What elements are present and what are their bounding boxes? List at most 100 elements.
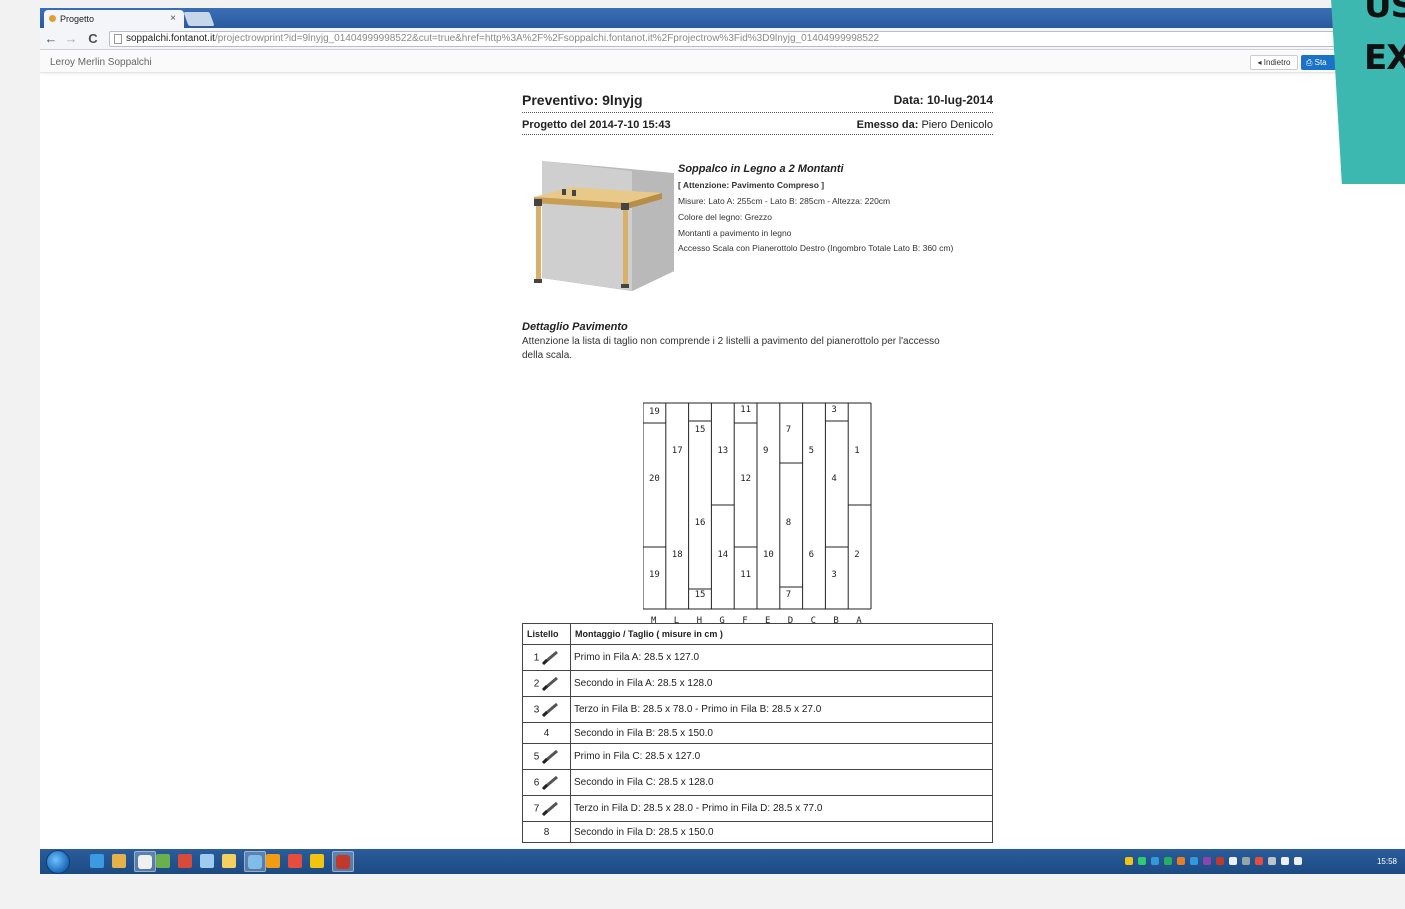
cut-description: Primo in Fila A: 28.5 x 127.0	[570, 644, 993, 671]
product-title: Soppalco in Legno a 2 Montanti	[678, 163, 844, 175]
app-orange-icon[interactable]	[310, 854, 324, 868]
tray-icon[interactable]	[1229, 857, 1237, 865]
diagram-piece-label: 1	[854, 446, 859, 456]
page-icon	[114, 34, 122, 44]
listello-number: 3	[522, 696, 571, 723]
tray-icon[interactable]	[1294, 857, 1302, 865]
diagram-piece-label: 19	[649, 570, 660, 580]
chrome-icon[interactable]	[134, 851, 156, 872]
table-row: 8 Secondo in Fila D: 28.5 x 150.0	[522, 821, 993, 843]
table-row: 4 Secondo in Fila B: 28.5 x 150.0	[522, 722, 993, 744]
app-yellow-icon[interactable]	[222, 854, 236, 868]
calc-icon[interactable]	[156, 854, 170, 868]
diagram-piece-label: 2	[854, 550, 859, 560]
tray-icon[interactable]	[1151, 857, 1159, 865]
diagram-piece-label: 5	[809, 446, 814, 456]
tray-icon[interactable]	[1242, 857, 1250, 865]
diagram-piece-label: 15	[695, 425, 706, 435]
bug-app-icon[interactable]	[112, 854, 126, 868]
forward-arrow-icon[interactable]: →	[64, 31, 78, 47]
listello-number: 5	[522, 743, 571, 770]
quote-header: Preventivo: 9lnyjg Data: 10-lug-2014	[522, 90, 993, 113]
tab-title: Progetto	[60, 14, 95, 24]
listello-number: 6	[522, 769, 571, 796]
saw-icon	[542, 749, 559, 764]
explorer-icon[interactable]	[244, 851, 266, 872]
back-button[interactable]: ◂ Indietro	[1250, 55, 1298, 70]
ie-icon[interactable]	[90, 854, 104, 868]
diagram-piece-label: 7	[786, 425, 791, 435]
windows-taskbar: 15:58	[40, 849, 1405, 874]
back-arrow-icon[interactable]: ←	[44, 31, 58, 47]
cut-description: Terzo in Fila D: 28.5 x 28.0 - Primo in …	[570, 795, 993, 822]
tray-icon[interactable]	[1281, 857, 1289, 865]
saw-icon	[542, 801, 559, 816]
notepad-icon[interactable]	[200, 854, 214, 868]
col-header-montaggio: Montaggio / Taglio ( misure in cm )	[570, 623, 993, 645]
table-row: 5 Primo in Fila C: 28.5 x 127.0	[522, 743, 993, 770]
address-bar[interactable]: soppalchi.fontanot.it/projectrowprint?id…	[109, 31, 1405, 47]
diagram-piece-label: 4	[831, 474, 836, 484]
spec-posts: Montanti a pavimento in legno	[678, 228, 792, 238]
diagram-piece-label: 20	[649, 474, 660, 484]
listello-number-text: 4	[543, 727, 550, 739]
cut-description: Secondo in Fila C: 28.5 x 128.0	[570, 769, 993, 796]
tab-progetto[interactable]: Progetto ×	[44, 10, 184, 28]
reload-icon[interactable]: C	[86, 31, 100, 47]
diagram-piece-label: 19	[649, 407, 660, 417]
listello-number-text: 3	[533, 704, 540, 716]
tray-icon[interactable]	[1190, 857, 1198, 865]
listello-number: 4	[522, 722, 571, 744]
diagram-piece-label: 11	[740, 405, 751, 415]
new-tab-button[interactable]	[183, 12, 215, 26]
table-row: 1 Primo in Fila A: 28.5 x 127.0	[522, 644, 993, 671]
issued-by: Emesso da: Piero Denicolo	[857, 119, 993, 131]
diagram-piece-label: 12	[740, 474, 751, 484]
listello-number-text: 7	[533, 803, 540, 815]
product-specs: Soppalco in Legno a 2 Montanti [ Attenzi…	[678, 161, 990, 256]
explorer-icon-glyph	[248, 855, 262, 869]
listello-number-text: 5	[533, 751, 540, 763]
cut-description: Secondo in Fila D: 28.5 x 150.0	[570, 821, 993, 843]
diagram-piece-label: 11	[740, 570, 751, 580]
tray-icon[interactable]	[1268, 857, 1276, 865]
app-active-icon[interactable]	[332, 851, 354, 872]
floor-detail-title: Dettaglio Pavimento	[522, 321, 628, 333]
issued-by-label: Emesso da:	[856, 119, 919, 131]
tray-icon[interactable]	[1138, 857, 1146, 865]
start-button[interactable]	[46, 850, 70, 874]
tray-icon[interactable]	[1216, 857, 1224, 865]
tray-icon[interactable]	[1177, 857, 1185, 865]
diagram-piece-label: 7	[786, 590, 791, 600]
tray-icon[interactable]	[1203, 857, 1211, 865]
table-row: 2 Secondo in Fila A: 28.5 x 128.0	[522, 670, 993, 697]
cut-description: Secondo in Fila B: 28.5 x 150.0	[570, 722, 993, 744]
clock[interactable]: 15:58	[1377, 857, 1397, 866]
quote-document: Preventivo: 9lnyjg Data: 10-lug-2014 Pro…	[522, 90, 993, 843]
spec-stair: Accesso Scala con Pianerottolo Destro (I…	[678, 243, 954, 253]
app-header: Leroy Merlin Soppalchi ◂ Indietro ⎙ Sta	[40, 51, 1405, 73]
system-tray: 15:58	[1115, 849, 1405, 874]
listello-number-text: 8	[543, 826, 550, 838]
tray-icon[interactable]	[1164, 857, 1172, 865]
tab-close-icon[interactable]: ×	[170, 13, 176, 24]
diagram-piece-label: 6	[809, 550, 814, 560]
spec-measures: Misure: Lato A: 255cm - Lato B: 285cm - …	[678, 196, 891, 206]
cut-description: Primo in Fila C: 28.5 x 127.0	[570, 743, 993, 770]
url-path: /projectrowprint?id=9lnyjg_0140499999852…	[214, 33, 880, 44]
product-block: Soppalco in Legno a 2 Montanti [ Attenzi…	[522, 135, 993, 315]
tray-icon[interactable]	[1255, 857, 1263, 865]
table-row: 3 Terzo in Fila B: 28.5 x 78.0 - Primo in…	[522, 696, 993, 723]
table-row: 7 Terzo in Fila D: 28.5 x 28.0 - Primo in…	[522, 795, 993, 822]
saw-icon	[542, 702, 559, 717]
url-host: soppalchi.fontanot.it	[126, 33, 215, 44]
saw-icon	[542, 775, 559, 790]
product-warning: [ Attenzione: Pavimento Compreso ]	[678, 180, 825, 190]
tray-icon[interactable]	[1125, 857, 1133, 865]
browser-window: Progetto × ← → C soppalchi.fontanot.it/p…	[40, 8, 1405, 874]
cut-list-table: Listello Montaggio / Taglio ( misure in …	[522, 623, 993, 843]
media-icon[interactable]	[266, 854, 280, 868]
pdf-icon[interactable]	[288, 854, 302, 868]
app-red-icon[interactable]	[178, 854, 192, 868]
listello-number: 8	[522, 821, 571, 843]
